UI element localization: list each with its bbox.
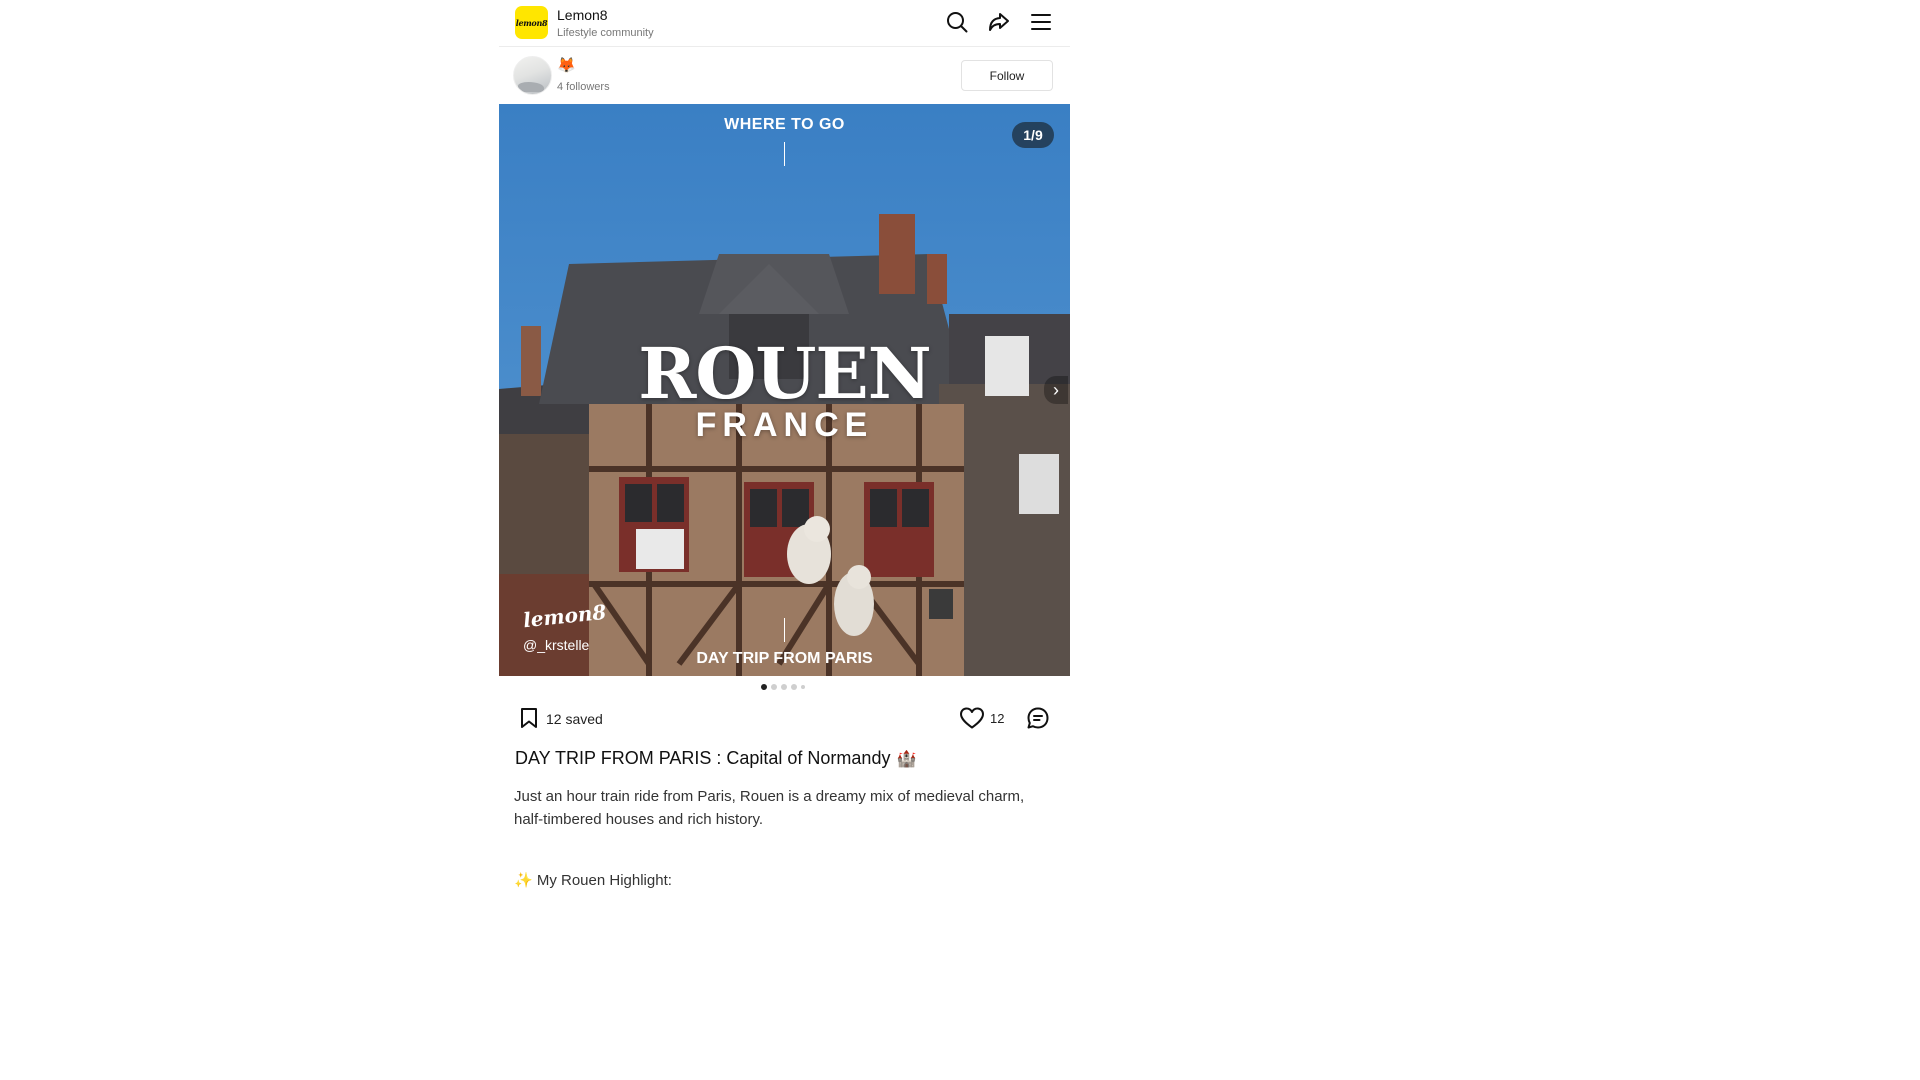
carousel-dot[interactable] (781, 684, 787, 690)
follower-count: 4 followers (557, 81, 610, 93)
like-count: 12 (990, 711, 1005, 726)
slide-subtitle: FRANCE (695, 406, 874, 444)
avatar[interactable] (513, 56, 552, 95)
divider (784, 618, 785, 642)
follow-button[interactable]: Follow (961, 60, 1053, 91)
comment-icon[interactable] (1026, 706, 1050, 730)
carousel-dot[interactable] (771, 684, 777, 690)
heart-icon[interactable] (959, 706, 985, 730)
author-row: 🦊 4 followers Follow (499, 47, 1070, 104)
next-slide-arrow-icon[interactable]: › (1044, 376, 1068, 404)
post-body: Just an hour train ride from Paris, Roue… (514, 788, 1025, 828)
author-name[interactable]: 🦊 (557, 58, 576, 74)
post-page: lemon8 Lemon8 Lifestyle community 🦊 4 fo… (499, 0, 1070, 889)
carousel-dot[interactable] (791, 684, 797, 690)
app-subtitle: Lifestyle community (557, 27, 654, 39)
post-title: DAY TRIP FROM PARIS : Capital of Normand… (515, 748, 916, 769)
lemon8-logo[interactable]: lemon8 (515, 6, 548, 39)
carousel-dot-active[interactable] (761, 684, 767, 690)
slide-top-caption: WHERE TO GO (724, 116, 845, 133)
bookmark-icon[interactable] (517, 706, 541, 730)
slide-title: ROUEN (638, 332, 932, 415)
app-header: lemon8 Lemon8 Lifestyle community (499, 0, 1070, 47)
watermark-handle: @_krstelle (523, 637, 590, 653)
carousel-dots (761, 684, 805, 690)
logo-text: lemon8 (515, 17, 548, 28)
share-icon[interactable] (987, 10, 1011, 34)
post-highlight-heading: ✨ My Rouen Highlight: (514, 872, 672, 889)
menu-icon[interactable] (1029, 10, 1053, 34)
carousel-dot[interactable] (801, 685, 805, 689)
castle-emoji: 🏰 (896, 751, 917, 768)
search-icon[interactable] (945, 10, 969, 34)
slide-counter: 1/9 (1012, 122, 1054, 148)
post-actions: 12 saved 12 (499, 700, 1070, 738)
post-image-carousel[interactable]: WHERE TO GO ROUEN FRANCE DAY TRIP FROM P… (499, 104, 1070, 676)
saved-count: 12 saved (546, 711, 603, 727)
post-title-text: DAY TRIP FROM PARIS : Capital of Normand… (515, 748, 891, 768)
app-name[interactable]: Lemon8 (557, 7, 608, 23)
divider (784, 142, 785, 166)
